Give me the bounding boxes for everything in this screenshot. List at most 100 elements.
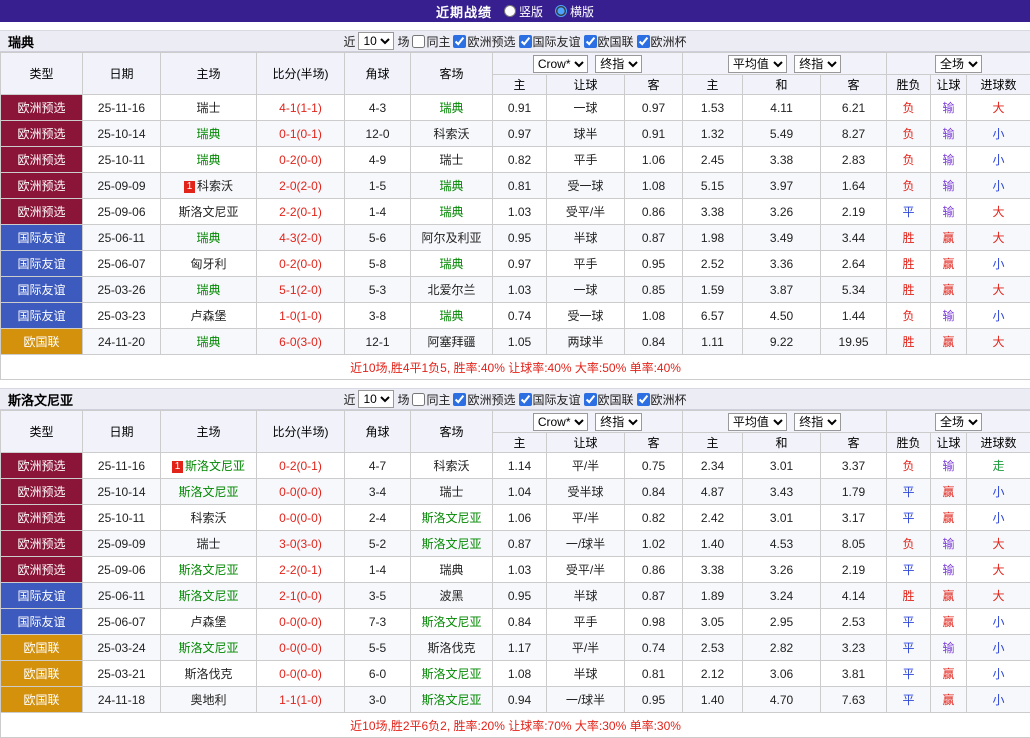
match-date: 25-03-24 (83, 635, 161, 661)
filter-toggle-euro-qualifier[interactable]: 欧洲预选 (453, 33, 515, 50)
filter-toggle-euro-cup[interactable]: 欧洲杯 (637, 33, 687, 50)
score: 5-1(2-0) (257, 277, 345, 303)
league-type: 欧国联 (1, 687, 83, 713)
handicap-stage-select[interactable]: 终指 (595, 413, 642, 431)
match-row: 欧洲预选25-10-11科索沃0-0(0-0)2-4斯洛文尼亚1.06平/半0.… (1, 505, 1030, 531)
sub-header-home-odds: 主 (493, 433, 547, 453)
filter-toggle-euro-qualifier[interactable]: 欧洲预选 (453, 391, 515, 408)
filter-toggle-euro-cup[interactable]: 欧洲杯 (637, 391, 687, 408)
match-count-select[interactable]: 10 (358, 32, 394, 50)
view-toggle-bar: 近期战绩 竖版 横版 (0, 0, 1030, 22)
result-handicap: 输 (931, 635, 967, 661)
view-radio-horizontal[interactable] (555, 5, 567, 17)
filter-toggle-friendly[interactable]: 国际友谊 (519, 33, 581, 50)
filter-checkbox[interactable] (584, 35, 597, 48)
result-outcome: 平 (887, 635, 931, 661)
bookmaker-select[interactable]: Crow* (533, 413, 588, 431)
sub-header-avg-away: 客 (821, 433, 887, 453)
avg-draw-odds: 3.06 (743, 661, 821, 687)
team-label: 瑞典 (196, 283, 220, 297)
league-type: 欧洲预选 (1, 479, 83, 505)
filter-checkbox[interactable] (453, 393, 466, 406)
sub-header-avg-home: 主 (683, 433, 743, 453)
avg-draw-odds: 2.82 (743, 635, 821, 661)
filter-toggle-friendly[interactable]: 国际友谊 (519, 391, 581, 408)
match-row: 欧国联24-11-18奥地利1-1(1-0)3-0斯洛文尼亚0.94一/球半0.… (1, 687, 1030, 713)
team-label: 阿尔及利亚 (421, 231, 481, 245)
avg-away-odds: 5.34 (821, 277, 887, 303)
crown-home-odds: 1.17 (493, 635, 547, 661)
avg-home-odds: 1.32 (683, 121, 743, 147)
result-goals: 小 (967, 505, 1030, 531)
result-goals: 大 (967, 277, 1030, 303)
crown-handicap: 平/半 (547, 505, 625, 531)
avg-home-odds: 3.38 (683, 199, 743, 225)
filter-checkbox[interactable] (584, 393, 597, 406)
away-team: 斯洛文尼亚 (411, 661, 493, 687)
crown-away-odds: 0.95 (625, 687, 683, 713)
matches-body: 欧洲预选25-11-16瑞士4-1(1-1)4-3瑞典0.91一球0.971.5… (1, 95, 1030, 380)
filter-checkbox[interactable] (637, 35, 650, 48)
crown-home-odds: 0.91 (493, 95, 547, 121)
match-row: 国际友谊25-06-07匈牙利0-2(0-0)5-8瑞典0.97平手0.952.… (1, 251, 1030, 277)
crown-away-odds: 1.06 (625, 147, 683, 173)
team-label: 匈牙利 (190, 257, 226, 271)
corners: 1-4 (345, 199, 411, 225)
league-type: 欧洲预选 (1, 505, 83, 531)
match-count-select[interactable]: 10 (358, 390, 394, 408)
average-select[interactable]: 平均值 (728, 55, 787, 73)
result-outcome: 胜 (887, 225, 931, 251)
filter-checkbox[interactable] (637, 393, 650, 406)
result-outcome: 负 (887, 173, 931, 199)
avg-home-odds: 1.59 (683, 277, 743, 303)
score: 0-0(0-0) (257, 609, 345, 635)
score: 0-2(0-1) (257, 453, 345, 479)
result-handicap: 输 (931, 557, 967, 583)
bookmaker-select[interactable]: Crow* (533, 55, 588, 73)
same-home-toggle[interactable]: 同主 (412, 391, 450, 408)
filter-checkbox[interactable] (519, 393, 532, 406)
score: 0-2(0-0) (257, 251, 345, 277)
filter-checkbox[interactable] (453, 35, 466, 48)
average-stage-select[interactable]: 终指 (794, 55, 841, 73)
view-radio-vertical[interactable] (504, 5, 516, 17)
average-select[interactable]: 平均值 (728, 413, 787, 431)
scope-select[interactable]: 全场 (935, 413, 982, 431)
match-row: 欧洲预选25-11-16瑞士4-1(1-1)4-3瑞典0.91一球0.971.5… (1, 95, 1030, 121)
away-team: 瑞典 (411, 557, 493, 583)
away-team: 斯洛伐克 (411, 635, 493, 661)
result-outcome: 平 (887, 609, 931, 635)
avg-home-odds: 3.05 (683, 609, 743, 635)
result-goals: 小 (967, 147, 1030, 173)
sub-header-avg-draw: 和 (743, 433, 821, 453)
same-home-toggle[interactable]: 同主 (412, 33, 450, 50)
games-label: 场 (397, 33, 409, 50)
same-home-checkbox[interactable] (412, 393, 425, 406)
crown-away-odds: 0.86 (625, 557, 683, 583)
crown-away-odds: 0.87 (625, 225, 683, 251)
handicap-stage-select[interactable]: 终指 (595, 55, 642, 73)
avg-draw-odds: 3.01 (743, 505, 821, 531)
filter-toggle-nations-league[interactable]: 欧国联 (584, 33, 634, 50)
result-goals: 大 (967, 531, 1030, 557)
crown-handicap: 平/半 (547, 635, 625, 661)
view-option-horizontal[interactable]: 横版 (555, 3, 594, 20)
team-label: 科索沃 (197, 179, 233, 193)
team-label: 瑞士 (439, 153, 463, 167)
scope-select[interactable]: 全场 (935, 55, 982, 73)
average-stage-select[interactable]: 终指 (794, 413, 841, 431)
team-label: 卢森堡 (190, 615, 226, 629)
crown-home-odds: 0.97 (493, 251, 547, 277)
view-option-vertical[interactable]: 竖版 (504, 3, 543, 20)
home-team: 瑞典 (161, 121, 257, 147)
avg-draw-odds: 3.38 (743, 147, 821, 173)
same-home-checkbox[interactable] (412, 35, 425, 48)
crown-away-odds: 0.86 (625, 199, 683, 225)
away-team: 阿塞拜疆 (411, 329, 493, 355)
col-header-home: 主场 (161, 411, 257, 453)
crown-home-odds: 1.03 (493, 277, 547, 303)
filter-toggle-nations-league[interactable]: 欧国联 (584, 391, 634, 408)
score: 2-2(0-1) (257, 199, 345, 225)
filter-checkbox[interactable] (519, 35, 532, 48)
filter-label: 欧国联 (598, 391, 634, 408)
